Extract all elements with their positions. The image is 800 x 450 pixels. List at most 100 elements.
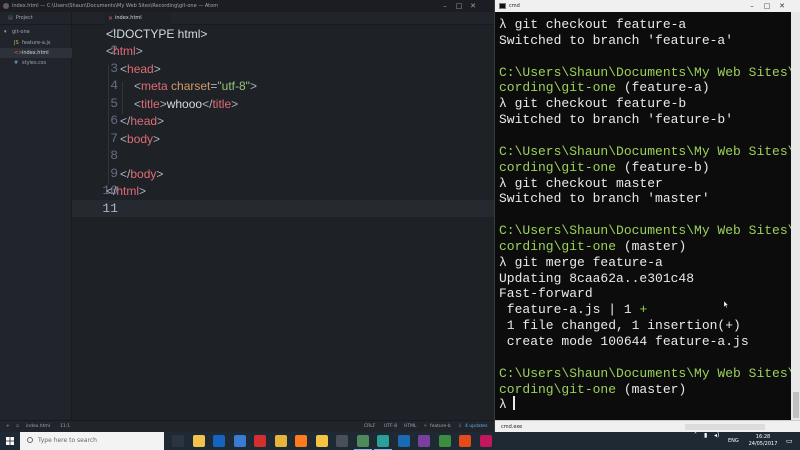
premiere-icon[interactable]	[418, 435, 430, 447]
tree-item-git-one[interactable]: ▾ git-one	[0, 27, 72, 37]
chrome-canary-icon[interactable]	[315, 435, 328, 447]
line-number: 4	[110, 78, 118, 93]
code-line-5: <title>whooo</title>	[134, 97, 239, 111]
project-icon: ▤	[8, 15, 13, 21]
console-line: cording\git-one (feature-a)	[499, 80, 710, 95]
task-view-icon[interactable]	[172, 435, 184, 447]
code-line-9: </body>	[120, 167, 164, 181]
line-number: 9	[110, 166, 118, 181]
console-output[interactable]: λ git checkout feature-a Switched to bran…	[495, 12, 791, 420]
search-placeholder: Type here to search	[38, 437, 97, 444]
line-number: 6	[110, 113, 118, 128]
console-line: λ git merge feature-a	[499, 254, 663, 270]
line-number: 3	[110, 61, 118, 76]
maximize-icon[interactable]: □	[760, 0, 774, 12]
atom-icon[interactable]	[353, 435, 372, 450]
firefox-icon[interactable]	[295, 435, 307, 447]
start-button[interactable]	[0, 432, 20, 450]
atom-title-bar: index.html — C:\Users\Shaun\Documents\My…	[0, 0, 494, 12]
cmd-status-bar: cmd.exe	[495, 420, 800, 432]
opera-icon[interactable]	[254, 435, 266, 447]
network-icon[interactable]: ▮	[704, 432, 707, 439]
prompt-branch: (feature-b)	[616, 159, 710, 175]
line-number: 5	[110, 96, 118, 111]
code-line-6: </head>	[120, 114, 165, 128]
js-file-icon: JS	[14, 40, 19, 46]
prompt-path: cording\git-one	[499, 80, 617, 96]
line-number: 11	[102, 201, 118, 216]
cmd-window-title: cmd	[509, 3, 520, 9]
vertical-scrollbar[interactable]	[791, 12, 800, 420]
tree-item-label: styles.css	[22, 60, 47, 66]
console-line: Updating 8caa62a..e301c48	[499, 270, 695, 286]
other-app-icon[interactable]	[479, 435, 492, 447]
atom-app-icon	[3, 3, 9, 9]
console-line: C:\Users\Shaun\Documents\My Web Sites\Re	[499, 143, 791, 159]
folder-icon[interactable]	[336, 435, 348, 447]
git-icon[interactable]	[459, 435, 471, 447]
close-icon[interactable]: ✕	[775, 0, 789, 12]
clock-time[interactable]: 16:28	[746, 434, 780, 440]
tree-header[interactable]: ▤ Project	[0, 12, 72, 25]
css-file-icon: #	[14, 60, 19, 66]
tree-item-label: feature-a.js	[22, 40, 51, 46]
tab-label: index.html	[115, 15, 142, 21]
diffstat-text: feature-a.js | 1	[499, 302, 640, 318]
console-line: feature-a.js | 1 +	[499, 302, 647, 317]
chrome-icon[interactable]	[274, 435, 287, 447]
camtasia-icon[interactable]	[438, 435, 451, 447]
store-icon[interactable]	[233, 435, 246, 447]
file-explorer-icon[interactable]	[192, 435, 205, 447]
tab-bar: × index.html	[72, 12, 494, 25]
cmd-window: cmd – □ ✕ λ git checkout feature-a Switch…	[494, 0, 800, 432]
cmd-title-bar: cmd – □ ✕	[495, 0, 800, 12]
current-line-highlight	[72, 200, 494, 217]
clock-date[interactable]: 24/05/2017	[746, 441, 780, 447]
sourcetree-icon[interactable]	[374, 435, 392, 450]
console-line: C:\Users\Shaun\Documents\My Web Sites\Re	[499, 365, 791, 381]
prompt-branch: (feature-a)	[616, 80, 710, 96]
outlook-icon[interactable]	[213, 435, 225, 447]
taskbar-search-box[interactable]: Type here to search	[20, 432, 164, 450]
minimize-icon[interactable]: –	[438, 0, 452, 12]
indent-guide	[122, 82, 123, 114]
console-line: λ git checkout feature-a	[499, 17, 687, 32]
photoshop-icon[interactable]	[397, 435, 410, 447]
tree-item-label: index.html	[22, 50, 49, 56]
maximize-icon[interactable]: □	[452, 0, 466, 12]
action-center-icon[interactable]: ▭	[786, 432, 793, 450]
tree-item-feature-a[interactable]: JS feature-a.js	[0, 38, 72, 48]
horizontal-scrollbar[interactable]	[685, 424, 765, 430]
volume-icon[interactable]: ◂)	[714, 432, 719, 439]
tray-chevron-up-icon[interactable]: ˄	[694, 432, 697, 439]
atom-window-title: index.html — C:\Users\Shaun\Documents\My…	[12, 3, 219, 9]
cmd-app-icon	[499, 3, 506, 9]
tree-item-styles-css[interactable]: # styles.css	[0, 58, 72, 68]
code-line-3: <head>	[120, 62, 161, 76]
console-line: cording\git-one (master)	[499, 382, 686, 397]
tab-close-icon[interactable]: ×	[108, 12, 113, 25]
close-icon[interactable]: ✕	[466, 0, 480, 12]
prompt-branch: (master)	[616, 238, 687, 254]
tab-index-html[interactable]: × index.html	[105, 12, 171, 25]
search-icon	[27, 437, 33, 443]
language-indicator[interactable]: ENG	[728, 432, 739, 450]
scrollbar-thumb[interactable]	[793, 392, 799, 418]
prompt-path: cording\git-one	[499, 381, 617, 397]
diffstat-plus: +	[639, 302, 648, 318]
windows-logo-icon	[6, 437, 14, 445]
code-line-7: <body>	[120, 132, 161, 146]
console-line: C:\Users\Shaun\Documents\My Web Sites\Re	[499, 223, 791, 239]
console-line: create mode 100644 feature-a.js	[499, 334, 749, 349]
chevron-down-icon: ▾	[4, 29, 7, 35]
minimize-icon[interactable]: –	[745, 0, 759, 12]
code-line-1: <!DOCTYPE html>	[106, 27, 208, 41]
code-editor[interactable]: 1 2 3 4 5 6 7 8 9 10 11 <!DOCTYPE html> …	[72, 25, 494, 420]
console-line: Switched to branch 'master'	[499, 191, 710, 207]
console-line: C:\Users\Shaun\Documents\My Web Sites\Re	[499, 64, 791, 80]
code-line-4: <meta charset="utf-8">	[134, 79, 257, 93]
prompt-branch: (master)	[616, 381, 687, 397]
atom-status-bar: + ▫ index.html 11:1 CRLF UTF-8 HTML ⑂ fe…	[0, 420, 494, 432]
tree-item-index-html[interactable]: <>index.html	[0, 48, 72, 58]
console-line: cording\git-one (feature-b)	[499, 160, 710, 175]
